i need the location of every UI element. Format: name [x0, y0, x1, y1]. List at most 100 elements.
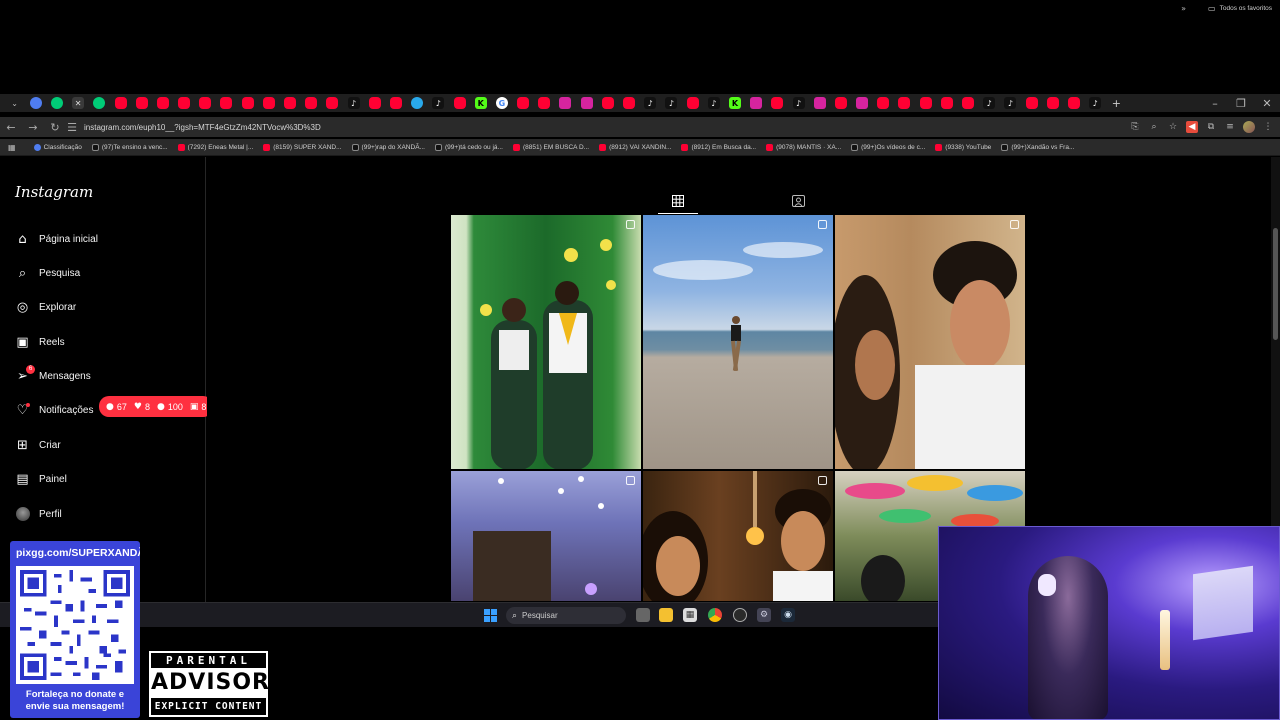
browser-tab[interactable] — [29, 97, 42, 109]
browser-tab[interactable] — [919, 97, 932, 109]
tab-search-icon[interactable]: ⌄ — [9, 97, 21, 109]
browser-tab[interactable] — [1046, 97, 1059, 109]
browser-tab[interactable] — [813, 97, 826, 109]
bookmark-item[interactable]: (9078) MANTIS · XA... — [766, 143, 841, 151]
extensions-icon[interactable]: ⧉ — [1205, 121, 1217, 133]
browser-tab[interactable] — [538, 97, 551, 109]
minimize-button[interactable]: – — [1202, 94, 1228, 112]
nav-explore[interactable]: ◎ Explorar — [15, 297, 76, 317]
bookmark-item[interactable]: (99+)rap do XANDÃ... — [351, 143, 425, 151]
post-thumbnail[interactable] — [643, 215, 833, 469]
browser-tab[interactable] — [114, 97, 127, 109]
nav-search[interactable]: ⌕ Pesquisa — [15, 263, 80, 283]
zoom-icon[interactable]: ⌕ — [1148, 121, 1160, 133]
steam-icon[interactable]: ◉ — [781, 608, 795, 622]
reload-icon[interactable]: ↻ — [44, 121, 66, 134]
bookmark-item[interactable]: (8912) Em Busca da... — [681, 143, 756, 151]
close-window-button[interactable]: ✕ — [1254, 94, 1280, 112]
bookmark-item[interactable]: (8851) EM BUSCA D... — [512, 143, 589, 151]
browser-tab[interactable]: G — [495, 97, 508, 109]
browser-tab[interactable] — [517, 97, 530, 109]
back-icon[interactable]: ← — [0, 121, 22, 134]
browser-tab[interactable] — [199, 97, 212, 109]
browser-tab[interactable] — [220, 97, 233, 109]
bookmark-item[interactable]: (9338) YouTube — [935, 143, 991, 151]
bookmark-item[interactable]: (8159) SUPER XAND... — [263, 143, 342, 151]
profile-avatar-icon[interactable] — [1243, 121, 1255, 133]
bookmark-item[interactable]: (7292) Eneas Metal |... — [177, 143, 253, 151]
bookmarks-overflow-icon[interactable]: » — [1181, 0, 1186, 17]
browser-tab[interactable]: ♪ — [665, 97, 678, 109]
settings-gear-icon[interactable]: ⚙ — [757, 608, 771, 622]
reading-list-icon[interactable]: ≡ — [1224, 121, 1236, 133]
install-app-icon[interactable]: ⎘ — [1129, 121, 1141, 133]
browser-tab[interactable]: ♪ — [792, 97, 805, 109]
tab-tagged[interactable] — [778, 188, 818, 214]
browser-tab[interactable] — [580, 97, 593, 109]
browser-tab[interactable]: ♪ — [644, 97, 657, 109]
browser-tab[interactable] — [326, 97, 339, 109]
browser-tab[interactable] — [411, 97, 424, 109]
tab-posts-grid[interactable] — [658, 188, 698, 214]
windows-start-icon[interactable] — [484, 609, 497, 622]
browser-tab[interactable] — [750, 97, 763, 109]
browser-tab[interactable]: K — [474, 97, 487, 109]
browser-tab[interactable]: ♪ — [707, 97, 720, 109]
browser-tab[interactable] — [940, 97, 953, 109]
browser-tab[interactable] — [601, 97, 614, 109]
browser-tab[interactable] — [135, 97, 148, 109]
browser-tab[interactable] — [962, 97, 975, 109]
browser-tab[interactable] — [898, 97, 911, 109]
bookmark-item[interactable]: (97)Te ensino a venc... — [91, 143, 168, 151]
bookmark-item[interactable]: (99+)Os vídeos de c... — [851, 143, 925, 151]
scrollbar-thumb[interactable] — [1273, 228, 1278, 340]
browser-tab[interactable] — [559, 97, 572, 109]
instagram-logo[interactable]: Instagram — [15, 183, 93, 201]
bookmark-item[interactable]: (99+)tá cedo ou já... — [434, 143, 503, 151]
menu-kebab-icon[interactable]: ⋮ — [1262, 121, 1274, 133]
post-thumbnail[interactable] — [643, 471, 833, 601]
browser-tab[interactable] — [623, 97, 636, 109]
browser-tab[interactable]: ♪ — [1004, 97, 1017, 109]
post-thumbnail[interactable] — [451, 215, 641, 469]
nav-reels[interactable]: ▣ Reels — [15, 332, 64, 352]
store-icon[interactable]: ▦ — [683, 608, 697, 622]
browser-tab[interactable]: ♪ — [1089, 97, 1102, 109]
nav-notifications[interactable]: ♡ Notificações — [15, 400, 93, 420]
browser-tab[interactable] — [834, 97, 847, 109]
nav-home[interactable]: ⌂ Página inicial — [15, 229, 98, 249]
browser-tab[interactable]: ♪ — [983, 97, 996, 109]
post-thumbnail[interactable] — [835, 215, 1025, 469]
site-info-icon[interactable]: ☰ — [66, 121, 78, 134]
browser-tab[interactable] — [856, 97, 869, 109]
nav-dashboard[interactable]: ▤ Painel — [15, 469, 66, 489]
browser-tab[interactable]: K — [728, 97, 741, 109]
new-tab-button[interactable]: + — [1110, 97, 1122, 110]
browser-tab[interactable] — [1067, 97, 1080, 109]
browser-tab[interactable] — [178, 97, 191, 109]
nav-create[interactable]: ⊞ Criar — [15, 435, 61, 455]
browser-tab[interactable] — [262, 97, 275, 109]
browser-tab[interactable] — [368, 97, 381, 109]
browser-tab[interactable] — [50, 97, 63, 109]
bookmark-item[interactable]: (99+)Xandão vs Fra... — [1001, 143, 1074, 151]
browser-tab[interactable] — [156, 97, 169, 109]
extension-red-icon[interactable]: ◀ — [1186, 121, 1198, 133]
browser-tab[interactable] — [686, 97, 699, 109]
task-view-icon[interactable] — [636, 608, 650, 622]
browser-tab[interactable] — [93, 97, 106, 109]
browser-tab[interactable] — [771, 97, 784, 109]
bookmark-item[interactable]: (8912) VAI XANDIN... — [599, 143, 671, 151]
chrome-icon[interactable] — [708, 608, 722, 622]
browser-tab[interactable] — [877, 97, 890, 109]
browser-tab[interactable] — [305, 97, 318, 109]
notification-summary-pill[interactable]: ● 67 ♥ 8 ● 100 ▣ 8 — [99, 396, 214, 417]
browser-tab[interactable] — [1025, 97, 1038, 109]
taskbar-search-input[interactable]: ⌕ Pesquisar — [506, 607, 626, 624]
apps-grid-icon[interactable]: ▦ — [8, 143, 16, 152]
browser-tab[interactable] — [453, 97, 466, 109]
browser-tab[interactable] — [284, 97, 297, 109]
forward-icon[interactable]: → — [22, 121, 44, 134]
browser-tab[interactable] — [241, 97, 254, 109]
bookmark-item[interactable]: Classificação — [33, 143, 82, 151]
